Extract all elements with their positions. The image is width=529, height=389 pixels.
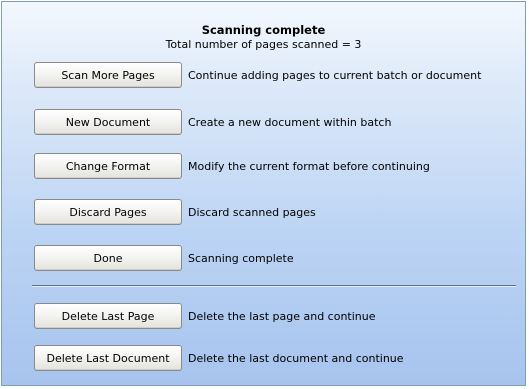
action-row-new-document: New Document Create a new document withi… — [34, 108, 391, 136]
panel-title: Scanning complete — [201, 23, 326, 37]
discard-pages-button[interactable]: Discard Pages — [34, 199, 182, 225]
done-description: Scanning complete — [188, 251, 294, 265]
delete-last-document-description: Delete the last document and continue — [188, 351, 404, 365]
scan-complete-panel: Scanning complete Total number of pages … — [1, 1, 526, 386]
done-button[interactable]: Done — [34, 245, 182, 271]
action-row-discard-pages: Discard Pages Discard scanned pages — [34, 198, 316, 226]
scan-more-pages-description: Continue adding pages to current batch o… — [188, 68, 482, 82]
delete-last-page-description: Delete the last page and continue — [188, 309, 376, 323]
delete-last-document-button[interactable]: Delete Last Document — [34, 345, 182, 371]
action-row-delete-last-page: Delete Last Page Delete the last page an… — [34, 302, 376, 330]
action-row-delete-last-document: Delete Last Document Delete the last doc… — [34, 344, 404, 372]
action-row-done: Done Scanning complete — [34, 244, 294, 272]
action-row-change-format: Change Format Modify the current format … — [34, 152, 430, 180]
section-divider — [32, 285, 516, 287]
new-document-button[interactable]: New Document — [34, 109, 182, 135]
delete-last-page-button[interactable]: Delete Last Page — [34, 303, 182, 329]
scan-more-pages-button[interactable]: Scan More Pages — [34, 62, 182, 88]
pages-scanned-count: Total number of pages scanned = 3 — [165, 38, 362, 51]
change-format-button[interactable]: Change Format — [34, 153, 182, 179]
change-format-description: Modify the current format before continu… — [188, 159, 430, 173]
discard-pages-description: Discard scanned pages — [188, 205, 316, 219]
action-row-scan-more: Scan More Pages Continue adding pages to… — [34, 61, 481, 89]
new-document-description: Create a new document within batch — [188, 115, 392, 129]
